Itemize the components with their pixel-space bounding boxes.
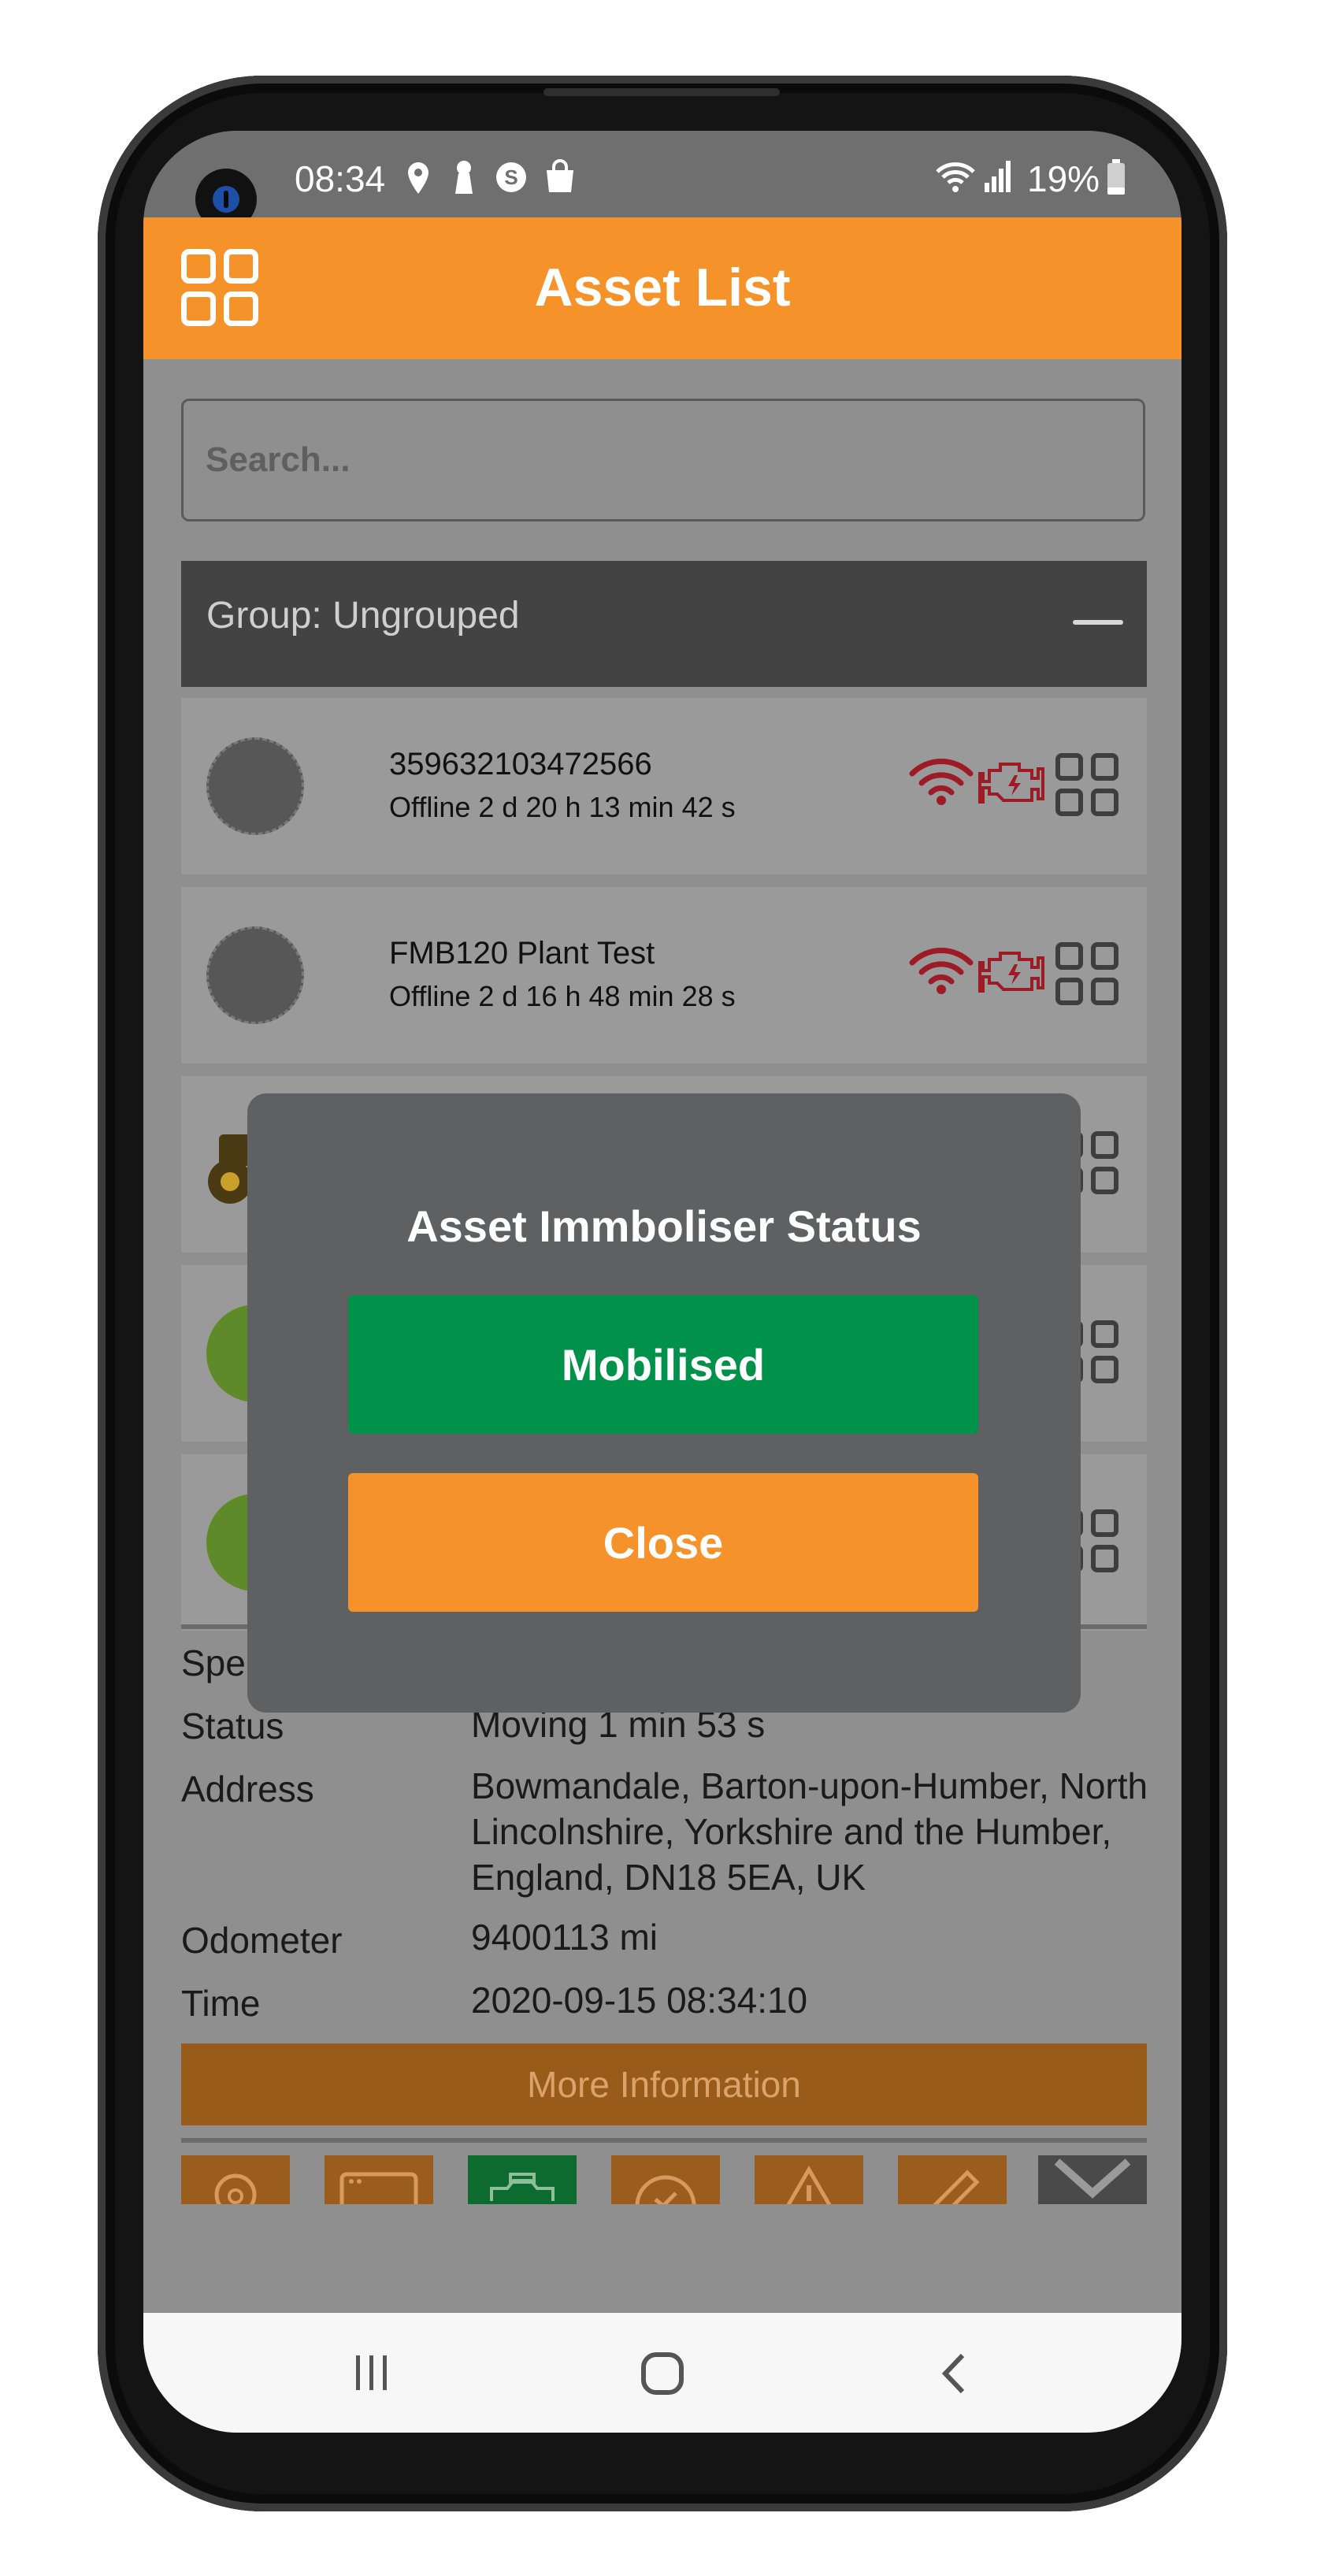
system-nav-bar [143, 2313, 1181, 2433]
dialog-title: Asset Immboliser Status [406, 1201, 922, 1251]
svg-text:S: S [504, 165, 517, 189]
phone-screen: 08:34 S 19% Asset List Gro [143, 131, 1181, 2433]
immobiliser-dialog: Asset Immboliser Status Mobilised Close [247, 1093, 1081, 1713]
recent-apps-icon[interactable] [351, 2352, 392, 2397]
address-label: Address [181, 1769, 314, 1810]
signal-icon [983, 159, 1011, 198]
asset-status: Offline 2 d 16 h 48 min 28 s [389, 980, 736, 1012]
home-icon[interactable] [640, 2351, 685, 2400]
odometer-label: Odometer [181, 1920, 343, 1961]
page-title: Asset List [534, 258, 791, 317]
group-header[interactable]: Group: Ungrouped [181, 561, 1147, 687]
status-time: 08:34 [295, 158, 386, 199]
asset-name: FMB120 Plant Test [389, 936, 655, 971]
more-information-button[interactable]: More Information [181, 2043, 1147, 2125]
check-icon[interactable] [611, 2155, 720, 2204]
asset-name: 359632103472566 [389, 747, 652, 781]
time-value: 2020-09-15 08:34:10 [471, 1980, 808, 2021]
back-icon[interactable] [937, 2351, 970, 2400]
location-icon [405, 161, 432, 199]
wifi-alert-icon [907, 755, 975, 811]
keyhole-icon [452, 159, 476, 199]
map-pin-icon[interactable] [181, 2155, 290, 2204]
dialog-close-button[interactable]: Close [348, 1473, 978, 1612]
mobilised-button[interactable]: Mobilised [348, 1295, 978, 1434]
address-value: Bowmandale, Barton-upon-Humber, North Li… [471, 1765, 1148, 1898]
battery-icon [1106, 159, 1126, 199]
browser-icon[interactable] [325, 2155, 433, 2204]
grid-icon[interactable] [1055, 753, 1118, 816]
close-icon[interactable] [1038, 2155, 1147, 2204]
group-label: Group: Ungrouped [206, 595, 520, 637]
tractor-icon [203, 1127, 252, 1209]
asset-status: Offline 2 d 20 h 13 min 42 s [389, 791, 736, 823]
search-input[interactable] [181, 399, 1145, 522]
speed-label: Spe [181, 1642, 246, 1683]
asset-avatar [206, 737, 304, 835]
vehicle-icon[interactable] [468, 2155, 577, 2204]
skype-icon: S [495, 161, 528, 198]
pencil-icon[interactable] [898, 2155, 1007, 2204]
app-header: Asset List [143, 217, 1181, 359]
odometer-value: 9400113 mi [471, 1917, 658, 1958]
grid-icon[interactable] [1055, 942, 1118, 1005]
minus-icon[interactable] [1073, 620, 1123, 625]
engine-icon [978, 753, 1048, 812]
speaker-grille [543, 88, 780, 96]
engine-icon [978, 942, 1048, 1001]
wifi-icon [934, 161, 977, 198]
warning-icon[interactable] [755, 2155, 863, 2204]
battery-percent: 19% [1027, 158, 1100, 199]
wifi-alert-icon [907, 944, 975, 1000]
time-label: Time [181, 1983, 261, 2024]
asset-avatar [206, 926, 304, 1024]
status-bar: 08:34 S 19% [143, 131, 1181, 230]
asset-row[interactable]: FMB120 Plant Test Offline 2 d 16 h 48 mi… [181, 887, 1147, 1063]
shopping-bag-icon [543, 159, 577, 198]
divider [181, 2138, 1147, 2143]
asset-row[interactable]: 359632103472566 Offline 2 d 20 h 13 min … [181, 698, 1147, 874]
